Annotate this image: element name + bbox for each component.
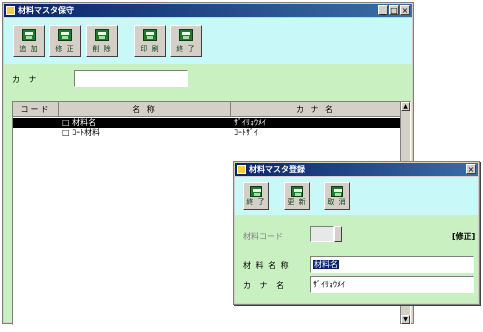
exit-button[interactable]: 終 了 bbox=[170, 25, 202, 57]
material-code-input[interactable] bbox=[310, 226, 334, 242]
column-header-name[interactable]: 名 称 bbox=[59, 102, 231, 117]
table-row[interactable]: □ 材料名 ｻﾞｲﾘｮｳﾒｲ bbox=[13, 118, 401, 128]
edit-button[interactable]: 修 正 bbox=[49, 25, 81, 57]
kana-name-label: カ ナ 名 bbox=[243, 281, 288, 290]
edit-button-label: 修 正 bbox=[55, 45, 75, 53]
exit-icon bbox=[179, 29, 193, 41]
minimize-button[interactable]: _ bbox=[378, 5, 388, 15]
main-window-title: 材料マスタ保守 bbox=[18, 6, 74, 15]
material-name-label: 材 料 名 称 bbox=[243, 261, 290, 270]
cancel-icon bbox=[331, 186, 343, 197]
add-button[interactable]: 追 加 bbox=[13, 25, 45, 57]
print-button-label: 印 刷 bbox=[140, 45, 160, 53]
row-kana-cell: ｺｰﾄｻﾞｲ bbox=[234, 128, 258, 137]
grid-header: コード 名 称 カ ナ 名 bbox=[13, 102, 401, 117]
row-name-cell: □ 材料名 bbox=[62, 118, 97, 127]
edit-icon bbox=[58, 29, 72, 41]
main-toolbar: 追 加 修 正 削 除 印 刷 終 了 bbox=[4, 18, 412, 64]
exit-button-label: 終 了 bbox=[176, 45, 196, 53]
dialog-body: 材料コード [修正] 材 料 名 称 材料名 カ ナ 名 ｻﾞｲﾘｮｳﾒｲ bbox=[235, 215, 478, 303]
dialog-exit-label: 終 了 bbox=[246, 198, 266, 206]
dialog-update-button[interactable]: 更 新 bbox=[284, 182, 310, 210]
scroll-up-icon[interactable]: ▲ bbox=[401, 102, 410, 111]
kana-search-input[interactable] bbox=[74, 70, 188, 87]
table-row[interactable]: □ ｺｰﾄ材料 ｺｰﾄｻﾞｲ bbox=[13, 128, 401, 138]
app-icon bbox=[6, 6, 15, 15]
dialog-app-icon bbox=[237, 165, 246, 174]
kana-name-input[interactable]: ｻﾞｲﾘｮｳﾒｲ bbox=[310, 276, 474, 293]
kana-search-label: カ ナ bbox=[12, 75, 40, 84]
column-header-code[interactable]: コード bbox=[13, 102, 59, 117]
main-title-bar[interactable]: 材料マスタ保守 _ □ × bbox=[4, 4, 412, 17]
material-name-selected-text: 材料名 bbox=[313, 260, 339, 269]
print-button[interactable]: 印 刷 bbox=[134, 25, 166, 57]
row-code-cell bbox=[13, 128, 59, 138]
dialog-title-bar[interactable]: 材料マスタ登録 × bbox=[235, 163, 478, 176]
delete-icon bbox=[95, 29, 109, 41]
edit-dialog: 材料マスタ登録 × 終 了 更 新 取 消 材料コード [修正] 材 料 名 称… bbox=[233, 161, 480, 305]
delete-button[interactable]: 削 除 bbox=[86, 25, 118, 57]
dialog-cancel-label: 取 消 bbox=[327, 198, 347, 206]
row-name-cell: □ ｺｰﾄ材料 bbox=[62, 128, 101, 137]
exit-icon bbox=[250, 186, 262, 197]
close-button[interactable]: × bbox=[400, 5, 410, 15]
dialog-close-button[interactable]: × bbox=[466, 164, 476, 174]
maximize-button[interactable]: □ bbox=[389, 5, 399, 15]
mode-indicator: [修正] bbox=[452, 232, 476, 241]
dialog-update-label: 更 新 bbox=[287, 198, 307, 206]
scroll-down-icon[interactable]: ▼ bbox=[401, 315, 410, 324]
add-button-label: 追 加 bbox=[19, 45, 39, 53]
print-icon bbox=[143, 29, 157, 41]
dialog-exit-button[interactable]: 終 了 bbox=[243, 182, 269, 210]
dialog-toolbar: 終 了 更 新 取 消 bbox=[235, 177, 478, 215]
row-code-cell bbox=[13, 118, 59, 128]
dialog-title: 材料マスタ登録 bbox=[249, 165, 305, 174]
save-icon bbox=[22, 29, 36, 41]
update-icon bbox=[291, 186, 303, 197]
dialog-cancel-button[interactable]: 取 消 bbox=[324, 182, 350, 210]
material-name-input[interactable]: 材料名 bbox=[310, 256, 474, 273]
column-header-kana[interactable]: カ ナ 名 bbox=[231, 102, 401, 117]
delete-button-label: 削 除 bbox=[92, 45, 112, 53]
code-spinner-button[interactable] bbox=[334, 226, 342, 242]
material-code-label: 材料コード bbox=[243, 232, 283, 241]
row-kana-cell: ｻﾞｲﾘｮｳﾒｲ bbox=[234, 118, 266, 127]
